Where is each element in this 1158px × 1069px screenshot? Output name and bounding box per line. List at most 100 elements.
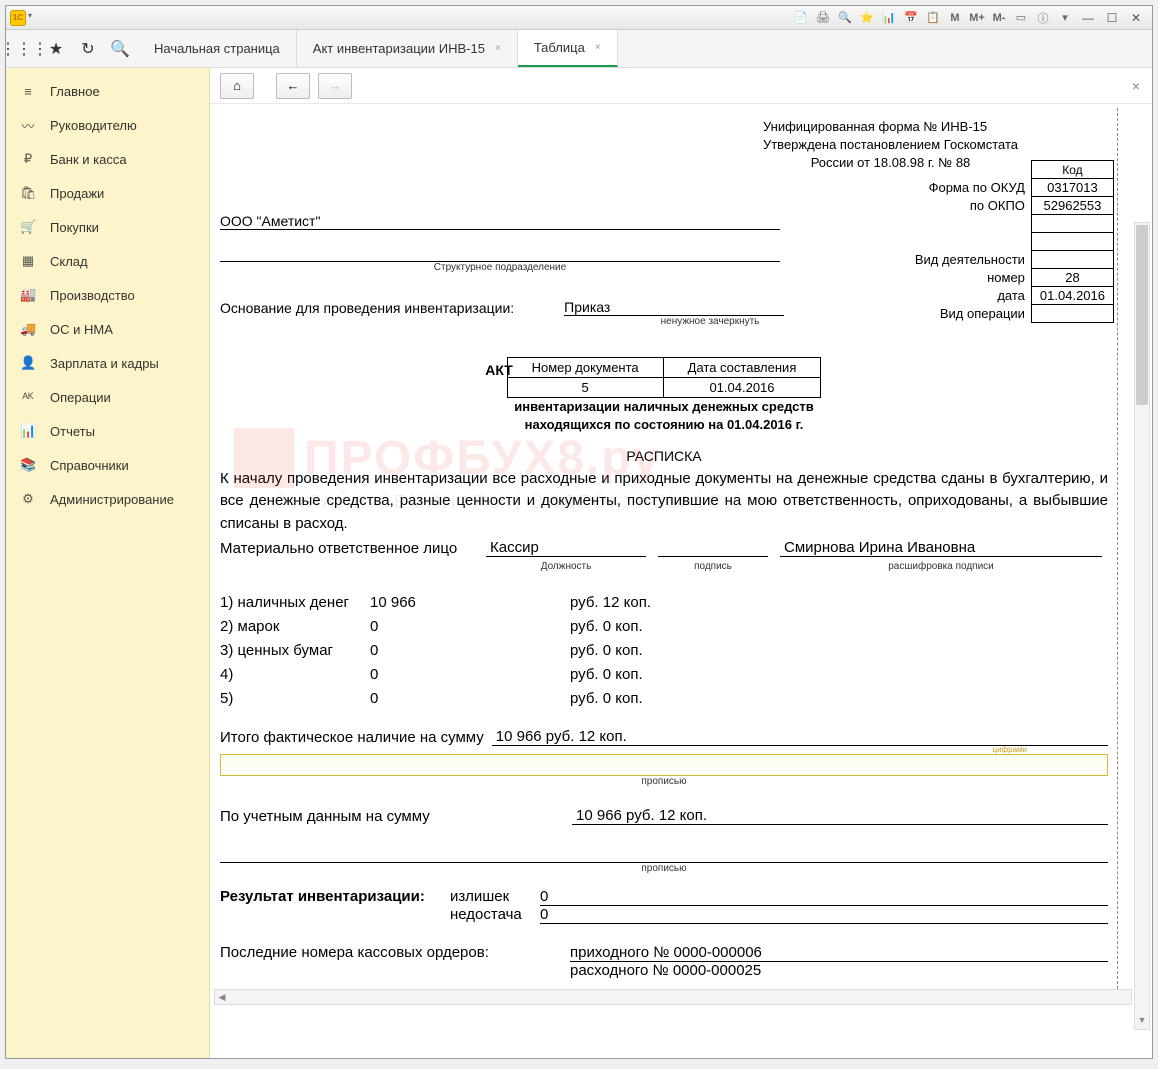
- sidebar-item-hr[interactable]: 👤Зарплата и кадры: [6, 346, 209, 380]
- surplus-value: 0: [540, 888, 1108, 906]
- back-button[interactable]: ←: [276, 73, 310, 99]
- sidebar-item-label: Справочники: [50, 458, 129, 473]
- total-label: Итого фактическое наличие на сумму: [220, 729, 484, 746]
- close-tab-button[interactable]: ×: [1132, 78, 1140, 94]
- surplus-label: излишек: [450, 888, 540, 906]
- total-words-cell[interactable]: цифрами: [220, 754, 1108, 776]
- mol-position: Кассир: [486, 539, 646, 557]
- memory-mplus-icon[interactable]: M+: [968, 9, 986, 27]
- sidebar-item-reports[interactable]: 📊Отчеты: [6, 414, 209, 448]
- app-menu-dropdown[interactable]: ▾: [28, 11, 42, 25]
- receipt-title: РАСПИСКА: [220, 448, 1108, 464]
- ruble-icon: ₽: [20, 151, 36, 167]
- sidebar-item-sales[interactable]: 🛍 Продажи: [6, 176, 209, 210]
- search-icon[interactable]: 🔍: [110, 39, 130, 59]
- memory-m-icon[interactable]: M: [946, 9, 964, 27]
- doc-icon[interactable]: 📄: [792, 9, 810, 27]
- sidebar-item-purchases[interactable]: 🛒 Покупки: [6, 210, 209, 244]
- act-subtitle: инвентаризации наличных денежных средств: [220, 398, 1108, 416]
- history-icon[interactable]: ↻: [78, 39, 98, 59]
- acct-label: По учетным данным на сумму: [220, 808, 564, 825]
- toolbar: ⋮⋮⋮ ★ ↻ 🔍 Начальная страница Акт инвента…: [6, 30, 1152, 68]
- gear-icon: ⚙: [20, 491, 36, 507]
- items-list: 1) наличных денег10 966руб. 12 коп. 2) м…: [220, 590, 1108, 710]
- mol-signature: [658, 539, 768, 557]
- vertical-scrollbar[interactable]: ▲ ▼: [1134, 222, 1150, 1030]
- grid-icon: ▦: [20, 253, 36, 269]
- sidebar-item-label: Операции: [50, 390, 111, 405]
- sidebar-item-main[interactable]: ≡ Главное: [6, 74, 209, 108]
- close-icon[interactable]: ×: [495, 43, 501, 54]
- star-icon[interactable]: ★: [46, 39, 66, 59]
- sidebar-item-label: Руководителю: [50, 118, 137, 133]
- sidebar-item-bank[interactable]: ₽ Банк и касса: [6, 142, 209, 176]
- sidebar-item-label: Банк и касса: [50, 152, 127, 167]
- total-value: 10 966 руб. 12 коп.: [492, 728, 1108, 746]
- bag-icon: 🛍: [20, 185, 36, 201]
- sidebar-item-label: Продажи: [50, 186, 104, 201]
- order-out: расходного № 0000-000025: [570, 962, 1108, 979]
- sidebar-item-manager[interactable]: 〰 Руководителю: [6, 108, 209, 142]
- close-window-button[interactable]: ✕: [1124, 9, 1148, 27]
- words-label2: прописью: [220, 863, 1108, 874]
- shortage-label: недостача: [450, 906, 540, 924]
- sidebar-item-os-nma[interactable]: 🚚ОС и НМА: [6, 312, 209, 346]
- menu-icon: ≡: [20, 84, 36, 99]
- tab-home[interactable]: Начальная страница: [138, 30, 297, 67]
- info-dropdown[interactable]: ▾: [1056, 9, 1074, 27]
- sidebar-item-directories[interactable]: 📚Справочники: [6, 448, 209, 482]
- acct-value: 10 966 руб. 12 коп.: [572, 807, 1108, 825]
- horizontal-scrollbar[interactable]: ◀: [214, 989, 1132, 1005]
- clipboard-icon[interactable]: 📋: [924, 9, 942, 27]
- scrollbar-thumb[interactable]: [1136, 225, 1148, 405]
- minimize-button[interactable]: —: [1076, 9, 1100, 27]
- panels-icon[interactable]: ▭: [1012, 9, 1030, 27]
- result-label: Результат инвентаризации:: [220, 888, 450, 906]
- info-icon[interactable]: ⓘ: [1034, 9, 1052, 27]
- words-label: прописью: [220, 776, 1108, 787]
- memory-mminus-icon[interactable]: M-: [990, 9, 1008, 27]
- content-area: ⌂ ← → × ПРОФБУХ8.ру ОНЛАЙН-СЕМИНАРЫ | ВИ…: [210, 68, 1152, 1058]
- tab-label: Таблица: [534, 40, 585, 55]
- sidebar-item-label: Администрирование: [50, 492, 174, 507]
- sidebar-item-label: Зарплата и кадры: [50, 356, 159, 371]
- order-in: приходного № 0000-000006: [570, 944, 1108, 962]
- document-viewport[interactable]: ПРОФБУХ8.ру ОНЛАЙН-СЕМИНАРЫ | ВИДЕОКУРСЫ…: [210, 104, 1152, 1058]
- app-icon: 1C: [10, 10, 26, 26]
- chart-icon[interactable]: 📊: [880, 9, 898, 27]
- sidebar-item-label: Производство: [50, 288, 135, 303]
- home-button[interactable]: ⌂: [220, 73, 254, 99]
- chart-icon: 〰: [20, 116, 36, 135]
- sidebar-item-admin[interactable]: ⚙ Администрирование: [6, 482, 209, 516]
- forward-button[interactable]: →: [318, 73, 352, 99]
- orders-label: Последние номера кассовых ордеров:: [220, 944, 570, 962]
- title-bar: 1C ▾ 📄 🖨 🔍 ⭐ 📊 📅 📋 M M+ M- ▭ ⓘ ▾ — ☐ ✕: [6, 6, 1152, 30]
- tab-label: Акт инвентаризации ИНВ-15: [313, 41, 485, 56]
- tabs: Начальная страница Акт инвентаризации ИН…: [138, 30, 618, 67]
- bars-icon: 📊: [20, 423, 36, 439]
- favorite-icon[interactable]: ⭐: [858, 9, 876, 27]
- tab-table[interactable]: Таблица ×: [518, 30, 618, 67]
- sidebar-item-label: ОС и НМА: [50, 322, 113, 337]
- mol-name: Смирнова Ирина Ивановна: [780, 539, 1102, 557]
- sidebar-item-label: Главное: [50, 84, 100, 99]
- document-inv15: ПРОФБУХ8.ру ОНЛАЙН-СЕМИНАРЫ | ВИДЕОКУРСЫ…: [214, 108, 1114, 989]
- sidebar-item-label: Покупки: [50, 220, 99, 235]
- sidebar-item-operations[interactable]: ᴬᴷОперации: [6, 380, 209, 414]
- sidebar-item-production[interactable]: 🏭Производство: [6, 278, 209, 312]
- apps-icon[interactable]: ⋮⋮⋮: [14, 39, 34, 59]
- maximize-button[interactable]: ☐: [1100, 9, 1124, 27]
- sidebar-item-warehouse[interactable]: ▦Склад: [6, 244, 209, 278]
- basis-value: Приказ: [564, 299, 784, 316]
- calendar-icon[interactable]: 📅: [902, 9, 920, 27]
- tab-act-inv15[interactable]: Акт инвентаризации ИНВ-15 ×: [297, 30, 518, 67]
- nav-toolbar: ⌂ ← → ×: [210, 68, 1152, 104]
- basis-hint: ненужное зачеркнуть: [600, 316, 820, 327]
- print-icon[interactable]: 🖨: [814, 9, 832, 27]
- preview-icon[interactable]: 🔍: [836, 9, 854, 27]
- shortage-value: 0: [540, 906, 1108, 924]
- sidebar: ≡ Главное 〰 Руководителю ₽ Банк и касса 🛍 Пр…: [6, 68, 210, 1058]
- tab-label: Начальная страница: [154, 41, 280, 56]
- cart-icon: 🛒: [20, 219, 36, 235]
- close-icon[interactable]: ×: [595, 42, 601, 53]
